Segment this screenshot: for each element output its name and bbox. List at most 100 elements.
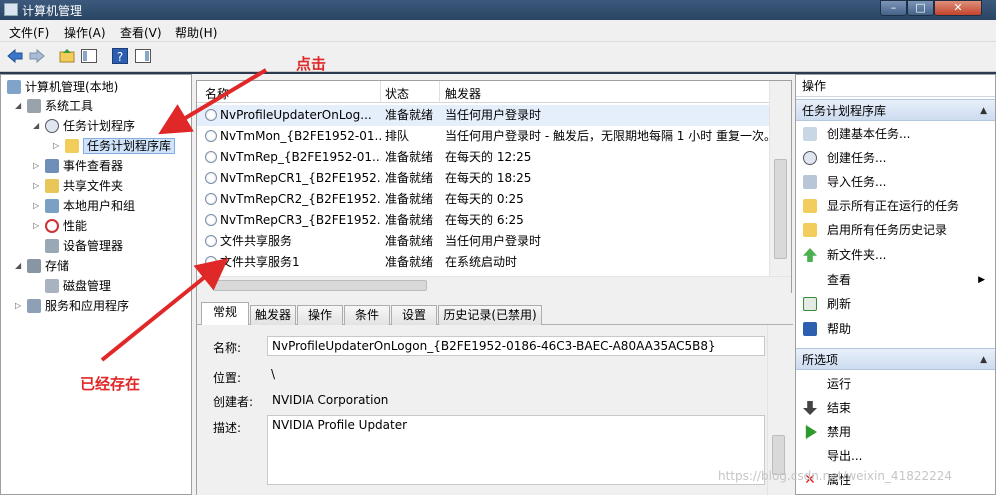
expand-triangle-icon[interactable]: ▷ [33,197,39,215]
svg-text:?: ? [117,50,123,64]
menu-file[interactable]: 文件(F) [9,24,49,41]
tab-conditions[interactable]: 条件 [344,305,390,325]
tree-node-shared-folders[interactable]: ▷ 共享文件夹 [33,177,123,195]
task-clock-icon [205,130,217,142]
task-clock-icon [205,172,217,184]
task-row[interactable]: NvProfileUpdaterOnLog... 准备就绪 当任何用户登录时 [197,105,769,126]
task-name-field[interactable]: NvProfileUpdaterOnLogon_{B2FE1952-0186-4… [267,336,765,356]
tree-node-services-apps[interactable]: ▷ 服务和应用程序 [15,297,129,315]
scrollbar-thumb[interactable] [774,159,787,259]
task-row[interactable]: 文件共享服务 准备就绪 当任何用户登录时 [197,231,769,252]
tree-node-performance[interactable]: ▷ 性能 [33,217,87,235]
task-list-horizontal-scrollbar[interactable] [197,276,791,293]
action-create-basic-task[interactable]: 创建基本任务... [796,123,995,145]
menu-bar: 文件(F) 操作(A) 查看(V) 帮助(H) [0,20,996,42]
collapse-arrow-icon[interactable]: ▲ [980,349,987,371]
tab-triggers[interactable]: 触发器 [250,305,296,325]
tab-history[interactable]: 历史记录(已禁用) [438,305,542,325]
forward-arrow-icon[interactable] [28,47,46,65]
action-import-task[interactable]: 导入任务... [796,171,995,193]
scrollbar-thumb[interactable] [213,280,427,291]
watermark: https://blog.csdn.net/weixin_41822224 [718,469,953,483]
task-row[interactable]: 文件共享服务1 准备就绪 在系统启动时 [197,252,769,273]
up-folder-icon[interactable] [58,47,76,65]
section-selected-item[interactable]: 所选项 ▲ [796,348,995,370]
center-pane: 名称 状态 触发器 NvProfileUpdaterOnLog... 准备就绪 … [196,80,793,495]
submenu-arrow-icon: ▶ [978,275,985,285]
action-view[interactable]: 查看 ▶ [796,269,995,291]
services-icon [27,299,41,313]
history-icon [803,223,817,237]
action-disable[interactable]: 禁用 [796,421,995,443]
expand-triangle-icon[interactable]: ▷ [15,297,21,315]
action-end[interactable]: 结束 [796,397,995,419]
task-row[interactable]: NvTmMon_{B2FE1952-01... 排队 当任何用户登录时 - 触发… [197,126,769,147]
action-show-running-tasks[interactable]: 显示所有正在运行的任务 [796,195,995,217]
action-help[interactable]: 帮助 [796,318,995,340]
action-new-folder[interactable]: 新文件夹... [796,244,995,266]
task-row[interactable]: NvTmRep_{B2FE1952-01... 准备就绪 在每天的 12:25 [197,147,769,168]
action-run[interactable]: 运行 [796,373,995,395]
storage-icon [27,259,41,273]
description-field[interactable]: NVIDIA Profile Updater [267,415,765,485]
column-header-status[interactable]: 状态 [385,85,409,102]
tree-node-event-viewer[interactable]: ▷ 事件查看器 [33,157,123,175]
users-icon [45,199,59,213]
show-hide-tree-icon[interactable] [80,47,98,65]
minimize-button[interactable]: – [880,0,907,16]
tree-node-task-scheduler-library[interactable]: ▷ 任务计划程序库 [53,137,176,155]
column-divider[interactable] [439,81,440,103]
expand-triangle-icon[interactable]: ▷ [33,157,39,175]
back-arrow-icon[interactable] [6,47,24,65]
section-task-scheduler-library[interactable]: 任务计划程序库 ▲ [796,99,995,121]
menu-help[interactable]: 帮助(H) [175,24,217,41]
show-action-pane-icon[interactable] [134,47,152,65]
maximize-button[interactable]: □ [907,0,934,16]
tools-icon [27,99,41,113]
collapse-triangle-icon[interactable]: ◢ [15,97,21,115]
tree-node-storage[interactable]: ◢ 存储 [15,257,69,275]
task-clock-icon [205,256,217,268]
tree-node-device-manager[interactable]: 设备管理器 [45,237,123,255]
task-list-header: 名称 状态 触发器 [197,81,769,103]
new-folder-icon [803,248,817,262]
collapse-arrow-icon[interactable]: ▲ [980,100,987,122]
task-row[interactable]: NvTmRepCR2_{B2FE1952... 准备就绪 在每天的 0:25 [197,189,769,210]
tree-node-disk-management[interactable]: 磁盘管理 [45,277,111,295]
column-divider[interactable] [380,81,381,103]
expand-triangle-icon[interactable]: ▷ [33,177,39,195]
tab-general[interactable]: 常规 [201,302,249,326]
device-manager-icon [45,239,59,253]
tree-node-computer-management[interactable]: 计算机管理(本地) [7,78,118,96]
action-refresh[interactable]: 刷新 [796,293,995,315]
menu-action[interactable]: 操作(A) [64,24,106,41]
expand-triangle-icon[interactable]: ▷ [33,217,39,235]
task-list-vertical-scrollbar[interactable] [769,81,791,276]
close-button[interactable]: ✕ [934,0,982,16]
collapse-triangle-icon[interactable]: ◢ [15,257,21,275]
pane-splitter[interactable] [197,293,793,301]
end-arrow-icon [803,401,817,415]
column-header-trigger[interactable]: 触发器 [445,85,481,102]
event-viewer-icon [45,159,59,173]
task-row[interactable]: NvTmRepCR3_{B2FE1952... 准备就绪 在每天的 6:25 [197,210,769,231]
collapse-triangle-icon[interactable]: ◢ [33,117,39,135]
task-detail-general: 名称: NvProfileUpdaterOnLogon_{B2FE1952-01… [197,325,793,495]
column-header-name[interactable]: 名称 [205,85,229,102]
task-clock-icon [205,109,217,121]
tree-node-system-tools[interactable]: ◢ 系统工具 [15,97,93,115]
action-create-task[interactable]: 创建任务... [796,147,995,169]
help-icon[interactable]: ? [111,47,129,65]
action-enable-history[interactable]: 启用所有任务历史记录 [796,219,995,241]
tab-settings[interactable]: 设置 [391,305,437,325]
tab-actions[interactable]: 操作 [297,305,343,325]
annotation-click: 点击 [296,55,327,73]
menu-view[interactable]: 查看(V) [120,24,162,41]
location-value: \ [271,367,276,381]
tree-node-local-users[interactable]: ▷ 本地用户和组 [33,197,135,215]
expand-triangle-icon[interactable]: ▷ [53,137,59,155]
tree-node-task-scheduler[interactable]: ◢ 任务计划程序 [33,117,135,135]
task-clock-icon [205,235,217,247]
task-row[interactable]: NvTmRepCR1_{B2FE1952... 准备就绪 在每天的 18:25 [197,168,769,189]
action-export[interactable]: 导出... [796,445,995,467]
